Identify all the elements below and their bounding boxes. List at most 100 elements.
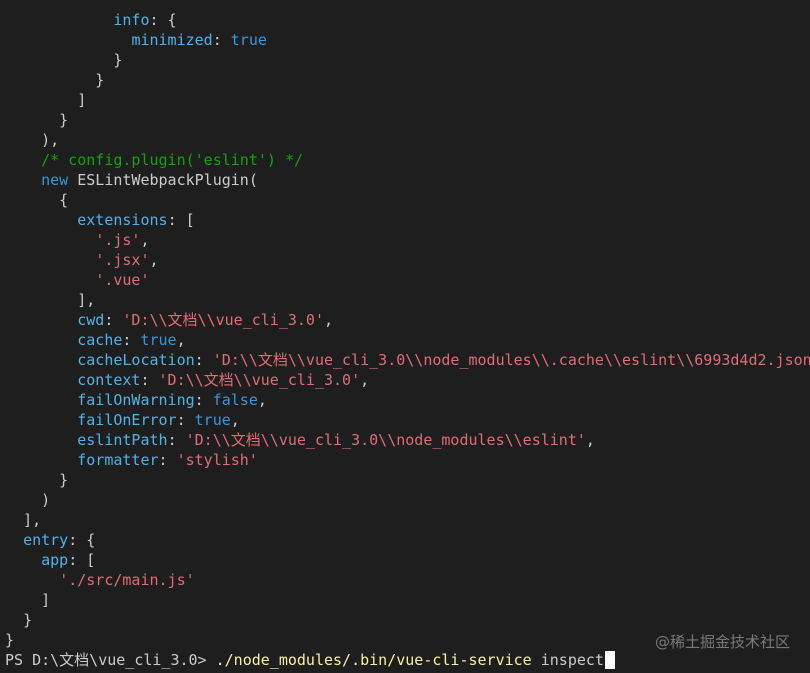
- code-token: formatter: [77, 451, 159, 469]
- code-token: 'stylish': [176, 451, 258, 469]
- code-line: cwd: 'D:\\文档\\vue_cli_3.0',: [5, 310, 810, 330]
- code-token: }: [23, 611, 33, 629]
- code-line: ]: [5, 590, 810, 610]
- code-line: './src/main.js': [5, 570, 810, 590]
- code-token: ): [23, 491, 51, 509]
- code-token: info: [113, 11, 150, 29]
- code-token: cache: [77, 331, 123, 349]
- code-line: }: [5, 110, 810, 130]
- code-token: : [: [68, 551, 96, 569]
- code-token: :: [194, 391, 213, 409]
- code-line: app: [: [5, 550, 810, 570]
- code-token: :: [140, 371, 159, 389]
- code-token: true: [230, 31, 267, 49]
- code-token: : {: [68, 531, 96, 549]
- code-token: :: [212, 31, 231, 49]
- code-token: 'D:\\文档\\vue_cli_3.0': [158, 371, 361, 389]
- code-line: minimized: true: [5, 30, 810, 50]
- code-line: formatter: 'stylish': [5, 450, 810, 470]
- code-token: }: [23, 51, 123, 69]
- code-token: ,: [149, 251, 159, 269]
- code-token: '.vue': [95, 271, 150, 289]
- code-token: :: [167, 431, 186, 449]
- watermark: @稀土掘金技术社区: [654, 633, 790, 651]
- code-token: }: [23, 471, 69, 489]
- code-line: eslintPath: 'D:\\文档\\vue_cli_3.0\\node_m…: [5, 430, 810, 450]
- code-token: /* config.plugin('eslint') */: [41, 151, 304, 169]
- code-line: failOnError: true,: [5, 410, 810, 430]
- prompt-line[interactable]: PS D:\文档\vue_cli_3.0> ./node_modules/.bi…: [5, 650, 615, 670]
- code-token: new: [41, 171, 69, 189]
- terminal-output: info: { minimized: true } } ] } ), /* co…: [5, 10, 810, 650]
- code-token: ,: [230, 411, 240, 429]
- code-token: false: [212, 391, 258, 409]
- code-token: extensions: [77, 211, 168, 229]
- code-token: minimized: [131, 31, 213, 49]
- code-token: eslintPath: [77, 431, 168, 449]
- command-path: ./node_modules/.bin/vue-cli-service: [215, 651, 532, 669]
- code-line: context: 'D:\\文档\\vue_cli_3.0',: [5, 370, 810, 390]
- code-line: ): [5, 490, 810, 510]
- code-line: }: [5, 610, 810, 630]
- code-token: {: [23, 191, 69, 209]
- code-token: 'D:\\文档\\vue_cli_3.0\\node_modules\\esli…: [185, 431, 586, 449]
- code-token: failOnError: [77, 411, 177, 429]
- code-token: cacheLocation: [77, 351, 195, 369]
- code-token: ]: [23, 591, 51, 609]
- code-line: extensions: [: [5, 210, 810, 230]
- code-line: ),: [5, 130, 810, 150]
- code-line: ]: [5, 90, 810, 110]
- code-line: failOnWarning: false,: [5, 390, 810, 410]
- code-token: : {: [149, 11, 177, 29]
- code-token: ],: [23, 511, 42, 529]
- code-token: :: [158, 451, 177, 469]
- code-token: entry: [23, 531, 69, 549]
- code-line: ],: [5, 510, 810, 530]
- code-line: ],: [5, 290, 810, 310]
- code-token: 'D:\\文档\\vue_cli_3.0': [122, 311, 324, 329]
- code-token: 'D:\\文档\\vue_cli_3.0\\node_modules\\.cac…: [212, 351, 810, 369]
- code-token: '.js': [95, 231, 141, 249]
- code-token: cwd: [77, 311, 105, 329]
- code-token: ,: [257, 391, 267, 409]
- code-token: :: [104, 311, 123, 329]
- code-line: info: {: [5, 10, 810, 30]
- code-token: ],: [23, 291, 96, 309]
- code-token: ]: [23, 91, 87, 109]
- prompt-text: PS D:\文档\vue_cli_3.0>: [5, 651, 216, 669]
- code-line: cacheLocation: 'D:\\文档\\vue_cli_3.0\\nod…: [5, 350, 810, 370]
- code-line: }: [5, 50, 810, 70]
- terminal-window[interactable]: info: { minimized: true } } ] } ), /* co…: [0, 0, 810, 673]
- code-line: new ESLintWebpackPlugin(: [5, 170, 810, 190]
- code-token: app: [41, 551, 69, 569]
